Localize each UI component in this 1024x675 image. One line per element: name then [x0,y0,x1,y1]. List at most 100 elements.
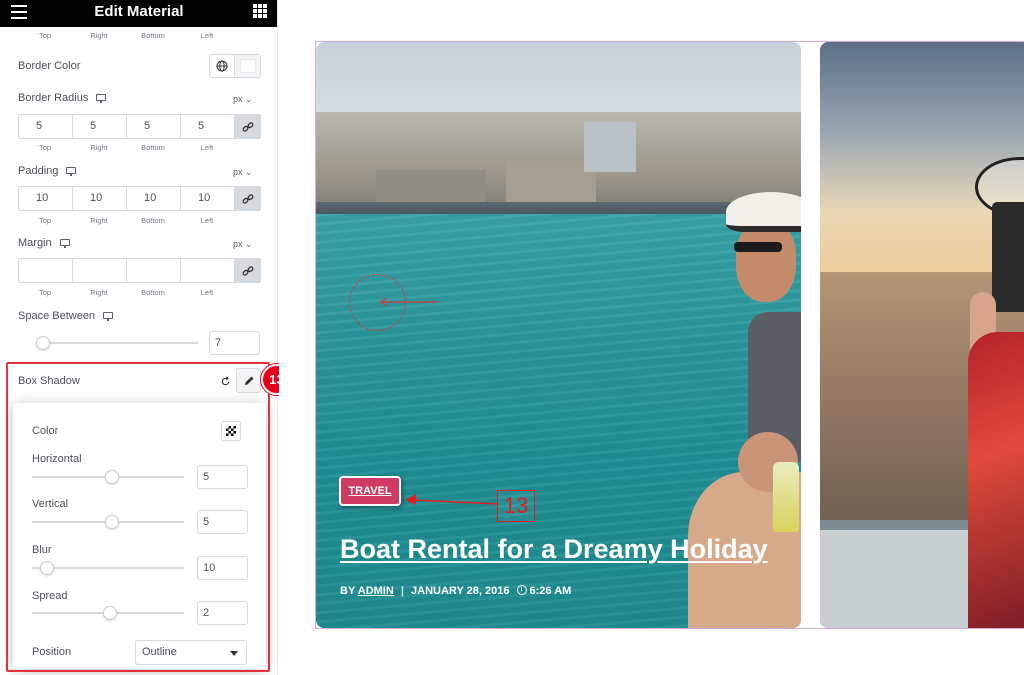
label-bottom: Bottom [141,143,165,152]
padding-unit[interactable]: px ⌄ [233,167,253,178]
label-top: Top [38,288,52,297]
horizontal-input[interactable]: 5 [197,465,248,489]
border-color-label: Border Color [18,60,81,72]
label-bottom: Bottom [141,216,165,225]
border-radius-label: Border Radius [18,92,107,104]
margin-label: Margin [18,237,70,249]
prev-dimension-labels: Top Right Bottom Left [18,31,261,40]
box-shadow-popover: Color Horizontal 5 Vertical 5 Blur 10 Sp… [13,403,266,669]
label-right: Right [90,31,108,40]
slider-knob[interactable] [36,336,50,350]
post-time: 6:26 AM [529,585,572,597]
space-between-slider[interactable] [36,336,198,350]
slider-knob[interactable] [105,515,119,529]
panel-header: Edit Material [0,0,277,27]
padding-right[interactable]: 10 [73,187,127,210]
blur-slider[interactable] [32,561,184,575]
label-top: Top [38,216,52,225]
margin-sublabels: Top Right Bottom Left [18,288,261,297]
padding-inputs: 10 10 10 10 [18,186,261,211]
meta-by: BY [340,585,356,597]
border-radius-bottom[interactable]: 5 [127,115,181,138]
box-shadow-label: Box Shadow [18,375,80,387]
position-label: Position [32,646,72,658]
position-select-value: Outline [142,646,177,658]
apps-grid-icon[interactable] [253,4,267,18]
link-icon[interactable] [235,115,260,138]
color-label: Color [32,425,59,437]
pencil-icon[interactable] [236,368,261,393]
blur-label: Blur [32,544,52,556]
label-right: Right [90,143,108,152]
position-select[interactable]: Outline [135,640,247,665]
checkerboard-icon[interactable] [221,421,241,441]
spread-input[interactable]: 2 [197,601,248,625]
horizontal-slider[interactable] [32,470,184,484]
spread-label: Spread [32,590,68,602]
space-between-input[interactable]: 7 [209,331,260,355]
blur-input[interactable]: 10 [197,556,248,580]
border-radius-left[interactable]: 5 [181,115,235,138]
padding-label-text: Padding [18,165,59,177]
monitor-icon[interactable] [96,93,107,103]
vertical-input[interactable]: 5 [197,510,248,534]
margin-right[interactable] [73,259,127,282]
category-tag[interactable]: TRAVEL [339,476,401,506]
label-left: Left [200,143,214,152]
vertical-label: Vertical [32,498,69,510]
callout-arrow-icon [405,494,499,505]
link-icon[interactable] [235,187,260,210]
link-icon[interactable] [235,259,260,282]
border-radius-label-text: Border Radius [18,92,89,104]
margin-left[interactable] [181,259,235,282]
caret-down-icon [230,651,238,656]
border-radius-right[interactable]: 5 [73,115,127,138]
padding-bottom[interactable]: 10 [127,187,181,210]
post-title[interactable]: Boat Rental for a Dreamy Holiday [340,534,768,565]
color-swatch[interactable] [235,55,260,77]
annotation-callout: 13 [497,490,535,522]
post-date: JANUARY 28, 2016 [411,585,510,597]
space-between-label-text: Space Between [18,310,96,322]
editor-panel: Edit Material Top Right Bottom Left Bord… [0,0,278,675]
padding-label: Padding [18,165,77,177]
border-radius-sublabels: Top Right Bottom Left [18,143,261,152]
clock-icon [516,585,527,595]
label-left: Left [200,31,214,40]
padding-top[interactable]: 10 [19,187,73,210]
swipe-arrow-icon [379,297,438,307]
margin-bottom[interactable] [127,259,181,282]
slider-knob[interactable] [105,470,119,484]
label-right: Right [90,216,108,225]
border-radius-unit[interactable]: px ⌄ [233,94,253,105]
margin-unit[interactable]: px ⌄ [233,239,253,250]
border-radius-inputs: 5 5 5 5 [18,114,261,139]
slider-knob[interactable] [40,561,54,575]
vertical-slider[interactable] [32,515,184,529]
border-radius-top[interactable]: 5 [19,115,73,138]
margin-top[interactable] [19,259,73,282]
label-top: Top [38,31,52,40]
padding-left[interactable]: 10 [181,187,235,210]
monitor-icon[interactable] [103,311,114,321]
space-between-label: Space Between [18,310,114,322]
label-top: Top [38,143,52,152]
border-color-picker[interactable] [209,54,261,78]
slider-knob[interactable] [103,606,117,620]
label-right: Right [90,288,108,297]
margin-label-text: Margin [18,237,52,249]
label-bottom: Bottom [141,288,165,297]
meta-separator: | [400,585,404,597]
label-left: Left [200,288,214,297]
reset-icon[interactable] [218,374,232,388]
label-left: Left [200,216,214,225]
monitor-icon[interactable] [59,238,70,248]
globe-icon[interactable] [210,55,235,77]
post-meta: BY ADMIN | JANUARY 28, 2016 6:26 AM [340,585,571,597]
margin-inputs [18,258,261,283]
author-link[interactable]: ADMIN [358,585,394,597]
spread-slider[interactable] [32,606,184,620]
monitor-icon[interactable] [66,166,77,176]
panel-title: Edit Material [94,3,184,20]
horizontal-label: Horizontal [32,453,82,465]
